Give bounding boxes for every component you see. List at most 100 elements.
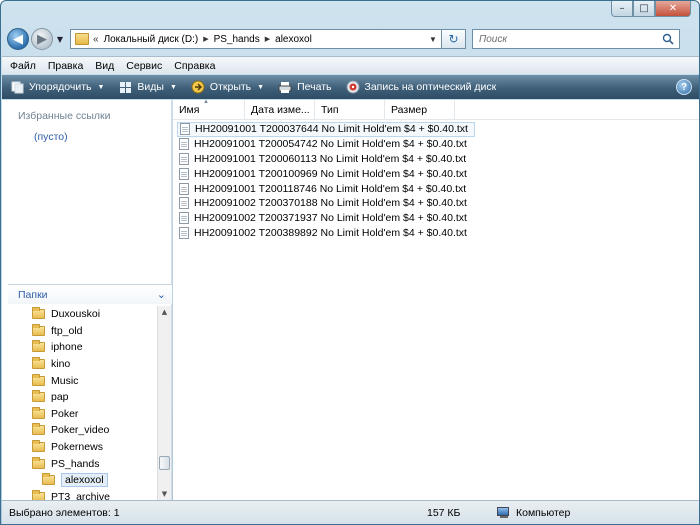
menu-tools[interactable]: Сервис [126, 60, 162, 72]
scroll-down-icon[interactable]: ▼ [158, 488, 171, 500]
file-row[interactable]: HH20091002 T200370188 No Limit Hold'em $… [177, 196, 475, 211]
menu-edit[interactable]: Правка [48, 60, 83, 72]
folder-icon [32, 390, 45, 403]
minimize-button[interactable]: – [611, 1, 633, 17]
scroll-up-icon[interactable]: ▲ [158, 306, 171, 318]
file-row[interactable]: HH20091002 T200389892 No Limit Hold'em $… [177, 226, 475, 241]
folder-tree-item[interactable]: alexoxol [8, 472, 156, 489]
folder-tree-item[interactable]: Poker [8, 406, 156, 423]
file-name: HH20091001 T200100969 No Limit Hold'em $… [194, 167, 467, 180]
burn-disc-button[interactable]: Запись на оптический диск [346, 80, 497, 94]
column-header-label: Тип [321, 104, 339, 116]
folder-tree-label: Music [51, 374, 79, 387]
folder-tree-item[interactable]: Poker_video [8, 422, 156, 439]
status-selected-count: Выбрано элементов: 1 [9, 507, 120, 519]
sort-ascending-icon: ▲ [203, 99, 209, 105]
menu-help[interactable]: Справка [174, 60, 215, 72]
printer-icon [278, 80, 292, 94]
file-row[interactable]: HH20091002 T200371937 No Limit Hold'em $… [177, 211, 475, 226]
folder-tree-label: PS_hands [51, 457, 100, 470]
open-label: Открыть [209, 81, 252, 93]
close-button[interactable]: ✕ [655, 1, 691, 17]
folder-icon [32, 357, 45, 370]
breadcrumb-local-disk[interactable]: Локальный диск (D:) [104, 34, 199, 45]
status-size: 157 КБ [427, 507, 461, 519]
folders-title: Папки [18, 288, 48, 301]
chevron-down-icon: ▼ [257, 83, 265, 91]
folder-tree-item[interactable]: PS_hands [8, 455, 156, 472]
recent-pages-button[interactable]: ▼ [54, 28, 66, 50]
folder-tree-item[interactable]: Pokernews [8, 439, 156, 456]
folder-tree-item[interactable]: PT3_archive [8, 489, 156, 500]
column-header-name[interactable]: ▲ Имя [173, 99, 245, 120]
menu-view[interactable]: Вид [95, 60, 114, 72]
column-header-size[interactable]: Размер [385, 100, 455, 120]
folder-tree-label: Poker [51, 407, 79, 420]
text-file-icon [179, 167, 189, 180]
folders-header[interactable]: Папки ⌄ [8, 284, 172, 304]
folder-icon [32, 406, 45, 419]
column-header-type[interactable]: Тип [315, 100, 385, 120]
open-button[interactable]: Открыть ▼ [191, 80, 264, 94]
print-button[interactable]: Печать [278, 80, 332, 94]
forward-button[interactable]: ▶ [31, 28, 53, 50]
folder-icon [32, 307, 45, 320]
organize-button[interactable]: Упорядочить ▼ [10, 80, 104, 94]
views-label: Виды [137, 81, 164, 93]
forward-arrow-icon: ▶ [37, 31, 47, 47]
address-overflow-button[interactable]: « [93, 34, 99, 45]
breadcrumb-separator-icon[interactable]: ▶ [203, 35, 208, 43]
search-icon[interactable] [657, 30, 679, 48]
folder-tree-item[interactable]: pap [8, 389, 156, 406]
file-row[interactable]: HH20091001 T200060113 No Limit Hold'em $… [177, 152, 475, 167]
back-arrow-icon: ◀ [13, 31, 23, 47]
folder-icon [32, 340, 45, 353]
column-header-date[interactable]: Дата изме... [245, 100, 315, 120]
folder-tree-label: ftp_old [51, 324, 83, 337]
folder-icon [75, 33, 89, 45]
back-button[interactable]: ◀ [7, 28, 29, 50]
folder-tree-item[interactable]: Duxouskoi [8, 306, 156, 323]
chevron-down-icon[interactable]: ⌄ [157, 288, 166, 301]
folder-tree-label: kino [51, 358, 71, 371]
folder-tree-label: PT3_archive [51, 490, 110, 500]
folder-tree-label: alexoxol [61, 473, 108, 488]
file-row[interactable]: HH20091001 T200037644 No Limit Hold'em $… [177, 122, 475, 137]
file-row[interactable]: HH20091001 T200054742 No Limit Hold'em $… [177, 137, 475, 152]
folder-tree-scrollbar[interactable]: ▲ ▼ [157, 306, 171, 500]
burn-disc-label: Запись на оптический диск [364, 81, 497, 93]
column-header-label: Дата изме... [251, 104, 310, 116]
refresh-button[interactable]: ↻ [442, 29, 466, 49]
folder-icon [42, 473, 55, 486]
folder-tree-label: Pokernews [51, 441, 103, 454]
open-icon [191, 80, 205, 94]
file-row[interactable]: HH20091001 T200100969 No Limit Hold'em $… [177, 166, 475, 181]
folder-tree-item[interactable]: iphone [8, 339, 156, 356]
menu-file[interactable]: Файл [10, 60, 36, 72]
organize-icon [10, 80, 24, 94]
folder-tree-item[interactable]: ftp_old [8, 323, 156, 340]
file-name: HH20091001 T200054742 No Limit Hold'em $… [194, 138, 467, 151]
file-name: HH20091002 T200389892 No Limit Hold'em $… [194, 226, 467, 239]
chevron-down-icon: ▼ [97, 83, 105, 91]
search-input[interactable]: Поиск [479, 34, 657, 45]
chevron-down-icon: ▼ [169, 83, 177, 91]
address-bar[interactable]: « Локальный диск (D:) ▶ PS_hands ▶ alexo… [70, 29, 442, 49]
text-file-icon [180, 123, 190, 136]
text-file-icon [179, 138, 189, 151]
maximize-button[interactable]: □ [633, 1, 655, 17]
folder-tree-item[interactable]: Music [8, 372, 156, 389]
breadcrumb-alexoxol[interactable]: alexoxol [275, 34, 312, 45]
favorite-links-empty: (пусто) [34, 131, 68, 143]
folder-tree-item[interactable]: kino [8, 356, 156, 373]
folder-tree-label: pap [51, 391, 69, 404]
scroll-thumb[interactable] [159, 456, 170, 470]
folder-tree-label: Poker_video [51, 424, 110, 437]
breadcrumb-ps-hands[interactable]: PS_hands [214, 34, 260, 45]
help-icon[interactable]: ? [676, 79, 692, 95]
views-button[interactable]: Виды ▼ [118, 80, 177, 94]
file-row[interactable]: HH20091001 T200118746 No Limit Hold'em $… [177, 181, 475, 196]
search-box[interactable]: Поиск [472, 29, 680, 49]
address-dropdown-button[interactable]: ▼ [425, 30, 441, 48]
breadcrumb-separator-icon[interactable]: ▶ [265, 35, 270, 43]
